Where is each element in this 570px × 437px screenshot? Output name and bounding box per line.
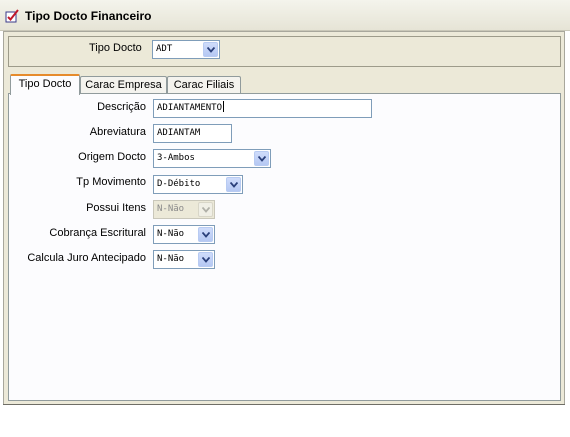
chevron-down-icon bbox=[258, 156, 266, 162]
calcula-juro-select[interactable]: N-Não bbox=[153, 250, 215, 269]
tipo-docto-label: Tipo Docto bbox=[89, 42, 142, 54]
tab-panel-tipo-docto bbox=[8, 93, 561, 401]
tipo-docto-select[interactable]: ADT bbox=[152, 40, 220, 59]
possui-itens-select: N-Não bbox=[153, 200, 215, 219]
text-cursor bbox=[223, 101, 225, 112]
abreviatura-label: Abreviatura bbox=[89, 126, 146, 138]
tp-movimento-label: Tp Movimento bbox=[76, 176, 146, 188]
descricao-label: Descrição bbox=[97, 101, 146, 113]
tp-movimento-value: D-Débito bbox=[157, 179, 201, 189]
tp-movimento-select[interactable]: D-Débito bbox=[153, 175, 243, 194]
tab-carac-empresa[interactable]: Carac Empresa bbox=[80, 76, 167, 93]
chevron-down-icon bbox=[202, 207, 210, 213]
chevron-down-icon bbox=[207, 47, 215, 53]
origem-docto-value: 3-Ambos bbox=[157, 153, 195, 163]
tab-carac-filiais[interactable]: Carac Filiais bbox=[167, 76, 241, 93]
calcula-juro-value: N-Não bbox=[157, 254, 185, 264]
descricao-input[interactable]: ADIANTAMENTO bbox=[153, 99, 372, 118]
calcula-juro-label: Calcula Juro Antecipado bbox=[27, 252, 146, 264]
abreviatura-value: ADIANTAM bbox=[157, 128, 201, 138]
window-title: Tipo Docto Financeiro bbox=[25, 9, 152, 23]
tab-tipo-docto[interactable]: Tipo Docto bbox=[10, 74, 80, 95]
origem-docto-label: Origem Docto bbox=[78, 151, 146, 163]
tipo-docto-value: ADT bbox=[156, 44, 173, 54]
origem-docto-select[interactable]: 3-Ambos bbox=[153, 149, 271, 168]
possui-itens-label: Possui Itens bbox=[86, 202, 146, 214]
cobranca-escritural-select[interactable]: N-Não bbox=[153, 225, 215, 244]
calcula-juro-dropdown-button[interactable] bbox=[198, 252, 213, 267]
origem-docto-dropdown-button[interactable] bbox=[254, 151, 269, 166]
cobranca-escritural-label: Cobrança Escritural bbox=[49, 227, 146, 239]
title-bar: Tipo Docto Financeiro bbox=[0, 0, 570, 31]
edit-check-icon bbox=[5, 9, 19, 23]
chevron-down-icon bbox=[230, 182, 238, 188]
possui-itens-value: N-Não bbox=[157, 204, 185, 214]
cobranca-escritural-value: N-Não bbox=[157, 229, 185, 239]
tp-movimento-dropdown-button[interactable] bbox=[226, 177, 241, 192]
chevron-down-icon bbox=[202, 232, 210, 238]
frame-bottom-border bbox=[3, 404, 565, 405]
descricao-value: ADIANTAMENTO bbox=[157, 103, 223, 113]
chevron-down-icon bbox=[202, 257, 210, 263]
cobranca-escritural-dropdown-button[interactable] bbox=[198, 227, 213, 242]
possui-itens-dropdown-button bbox=[198, 202, 213, 217]
tipo-docto-dropdown-button[interactable] bbox=[203, 42, 218, 57]
abreviatura-input[interactable]: ADIANTAM bbox=[153, 124, 232, 143]
